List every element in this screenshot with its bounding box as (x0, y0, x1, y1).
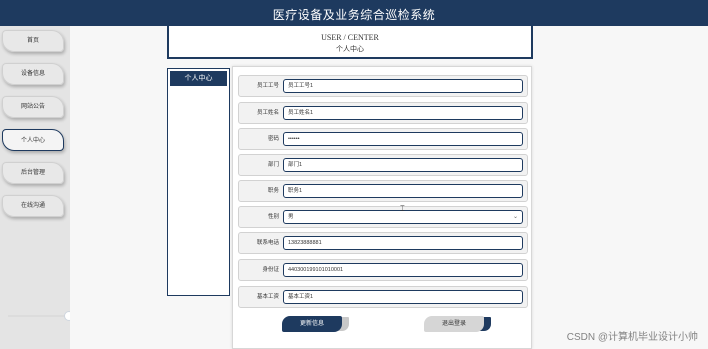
employee-name-label: 员工姓名 (256, 110, 279, 116)
position-input[interactable]: 职务1 (283, 184, 523, 198)
form-row-gender: 性别 男 ⌄ (238, 206, 528, 228)
form-row-department: 部门 部门1 (238, 154, 528, 176)
left-menu-panel: 个人中心 (167, 68, 230, 296)
sidebar-slider[interactable] (8, 311, 74, 321)
page-header: USER / CENTER 个人中心 (167, 26, 533, 59)
sidebar-item-personal-center[interactable]: 个人中心 (2, 129, 64, 151)
form-row-position: 职务 职务1 (238, 180, 528, 202)
sidebar-item-home[interactable]: 首页 (2, 30, 64, 52)
app-title: 医疗设备及业务综合巡检系统 (272, 8, 436, 22)
password-label: 密码 (267, 136, 279, 142)
base-salary-label: 基本工资 (256, 294, 279, 300)
page-title-en: USER / CENTER (321, 33, 379, 42)
department-input[interactable]: 部门1 (283, 158, 523, 172)
logout-button[interactable]: 退出登录 (424, 316, 484, 332)
form-row-phone: 联系电话 13823888881 (238, 232, 528, 254)
update-info-button[interactable]: 更新信息 (282, 316, 342, 332)
employee-id-input[interactable]: 员工工号1 (283, 79, 523, 93)
password-input[interactable]: •••••• (283, 132, 523, 146)
form-row-password: 密码 •••••• (238, 128, 528, 150)
mouse-cursor-icon: ⌶ (400, 204, 405, 213)
phone-label: 联系电话 (256, 240, 279, 246)
id-card-label: 身份证 (262, 267, 279, 273)
employee-name-input[interactable]: 员工姓名1 (283, 106, 523, 120)
sidebar: 首页 设备信息 网站公告 个人中心 后台管理 在线沟通 (0, 26, 74, 349)
form-row-id-card: 身份证 440300199101010001 (238, 259, 528, 281)
gender-value: 男 (288, 214, 294, 220)
chevron-down-icon: ⌄ (512, 214, 518, 220)
form-row-employee-id: 员工工号 员工工号1 (238, 75, 528, 97)
form-row-base-salary: 基本工资 基本工资1 (238, 286, 528, 308)
employee-id-label: 员工工号 (256, 83, 279, 89)
page-title: 个人中心 (336, 46, 364, 53)
department-label: 部门 (267, 162, 279, 168)
gender-label: 性别 (267, 214, 279, 220)
sidebar-item-admin[interactable]: 后台管理 (2, 162, 64, 184)
watermark: CSDN @计算机毕业设计小帅 (566, 332, 698, 343)
base-salary-input[interactable]: 基本工资1 (283, 290, 523, 304)
phone-input[interactable]: 13823888881 (283, 236, 523, 250)
top-bar: 医疗设备及业务综合巡检系统 (0, 0, 708, 26)
sidebar-item-equipment[interactable]: 设备信息 (2, 63, 64, 85)
position-label: 职务 (267, 188, 279, 194)
sidebar-item-announcements[interactable]: 网站公告 (2, 96, 64, 118)
id-card-input[interactable]: 440300199101010001 (283, 263, 523, 277)
sidebar-item-online-chat[interactable]: 在线沟通 (2, 195, 64, 217)
tab-personal-center[interactable]: 个人中心 (170, 71, 227, 86)
form-row-employee-name: 员工姓名 员工姓名1 (238, 102, 528, 124)
